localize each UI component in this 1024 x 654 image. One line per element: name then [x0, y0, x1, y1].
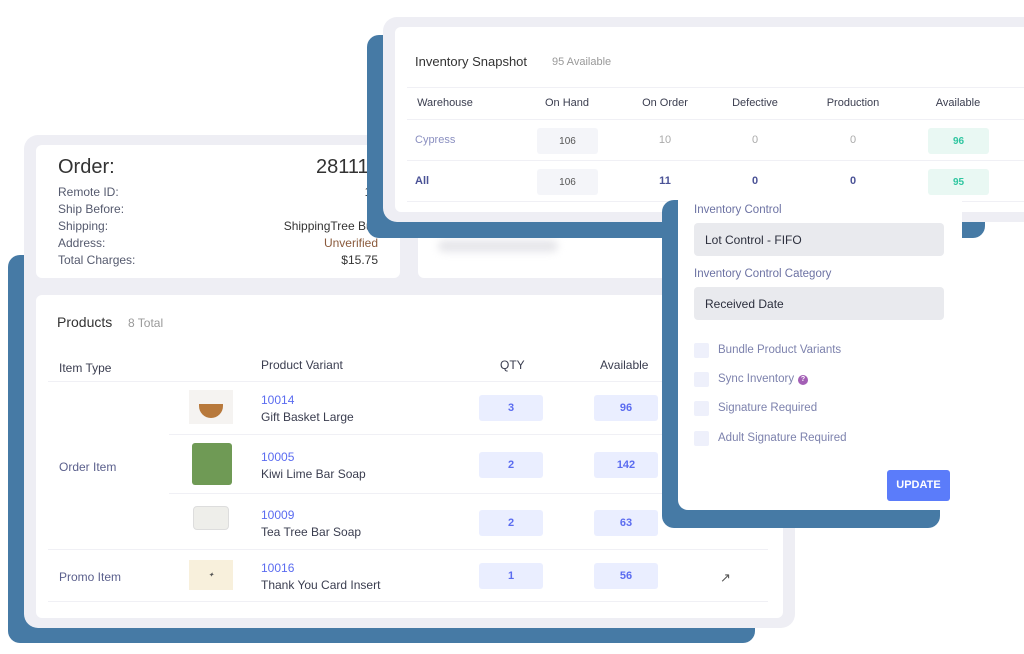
col-on-hand: On Hand: [544, 97, 590, 109]
divider: [48, 601, 768, 602]
order-title: Order:: [58, 156, 115, 178]
product-sku[interactable]: 10009: [261, 508, 294, 522]
product-image-thank-you-card: ✦: [189, 560, 233, 590]
on-order-value: 10: [658, 134, 672, 146]
divider: [407, 160, 1024, 161]
order-summary-card: Order: 281111 Remote ID: 15 Ship Before:…: [36, 145, 400, 278]
total-charges-value: $15.75: [341, 253, 378, 267]
warehouse-cypress: Cypress: [415, 134, 456, 146]
col-defective: Defective: [732, 97, 778, 109]
product-name: Kiwi Lime Bar Soap: [261, 467, 366, 481]
production-value: 0: [849, 175, 857, 187]
col-production: Production: [826, 97, 880, 109]
col-on-order: On Order: [642, 97, 688, 109]
col-available: Available: [600, 358, 649, 372]
production-value: 0: [849, 134, 857, 146]
on-order-value: 11: [659, 175, 671, 187]
bundle-variants-checkbox[interactable]: [694, 343, 709, 358]
product-sku[interactable]: 10014: [261, 393, 294, 407]
update-button[interactable]: UPDATE: [887, 470, 950, 501]
product-sku[interactable]: 10016: [261, 561, 294, 575]
qty-value: 2: [479, 510, 543, 536]
qty-value: 1: [479, 563, 543, 589]
qty-value: 3: [479, 395, 543, 421]
basket-icon: [199, 404, 223, 418]
adult-signature-label: Adult Signature Required: [718, 432, 847, 444]
signature-required-checkbox[interactable]: [694, 401, 709, 416]
external-link-icon[interactable]: ↗: [720, 570, 731, 586]
control-panel: Inventory Control Lot Control - FIFO Inv…: [678, 195, 962, 510]
group-promo-item: Promo Item: [59, 570, 122, 584]
product-image-gift-basket: [189, 390, 233, 424]
qty-value: 2: [479, 452, 543, 478]
total-charges-label: Total Charges:: [58, 253, 136, 267]
defective-value: 0: [751, 175, 759, 187]
signature-required-label: Signature Required: [718, 402, 818, 414]
products-count: 8 Total: [128, 316, 164, 330]
inventory-control-select[interactable]: Lot Control - FIFO: [694, 223, 944, 256]
inventory-panel: Inventory Snapshot 95 Available Warehous…: [383, 17, 1024, 222]
sync-inventory-label: Sync Inventory: [718, 373, 795, 385]
divider: [407, 87, 1024, 88]
help-icon[interactable]: ?: [798, 375, 808, 385]
available-value: 96: [928, 128, 989, 154]
blurred-content: [438, 240, 558, 252]
category-label: Inventory Control Category: [694, 268, 832, 280]
inventory-subtitle: 95 Available: [552, 56, 612, 68]
inventory-card: Inventory Snapshot 95 Available Warehous…: [395, 27, 1024, 212]
group-order-item: Order Item: [59, 460, 117, 474]
available-value: 95: [928, 169, 989, 195]
available-value: 56: [594, 563, 658, 589]
defective-value: 0: [751, 134, 759, 146]
address-status: Unverified: [323, 236, 378, 250]
ship-before-label: Ship Before:: [58, 202, 125, 216]
remote-id-label: Remote ID:: [58, 185, 119, 199]
inventory-title: Inventory Snapshot: [415, 54, 528, 69]
inventory-control-label: Inventory Control: [694, 204, 782, 216]
divider: [48, 549, 768, 550]
col-qty: QTY: [500, 358, 525, 372]
available-value: 142: [594, 452, 658, 478]
bundle-variants-label: Bundle Product Variants: [718, 344, 842, 356]
sync-inventory-checkbox[interactable]: [694, 372, 709, 387]
shipping-label: Shipping:: [58, 219, 109, 233]
col-available: Available: [935, 97, 981, 109]
on-hand-value: 106: [537, 128, 598, 154]
col-item-type: Item Type: [59, 361, 112, 375]
product-name: Gift Basket Large: [261, 410, 354, 424]
divider: [48, 381, 768, 382]
product-image-white-soap: [193, 506, 229, 530]
col-warehouse: Warehouse: [417, 97, 473, 109]
products-title: Products: [57, 314, 113, 330]
product-sku[interactable]: 10005: [261, 450, 294, 464]
warehouse-all: All: [415, 175, 430, 187]
category-select[interactable]: Received Date: [694, 287, 944, 320]
adult-signature-checkbox[interactable]: [694, 431, 709, 446]
available-value: 96: [594, 395, 658, 421]
product-image-green-soap: [192, 443, 232, 485]
divider: [407, 119, 1024, 120]
on-hand-value: 106: [537, 169, 598, 195]
product-name: Tea Tree Bar Soap: [261, 525, 362, 539]
address-label: Address:: [58, 236, 106, 250]
product-name: Thank You Card Insert: [261, 578, 381, 592]
available-value: 63: [594, 510, 658, 536]
col-product-variant: Product Variant: [261, 358, 343, 372]
